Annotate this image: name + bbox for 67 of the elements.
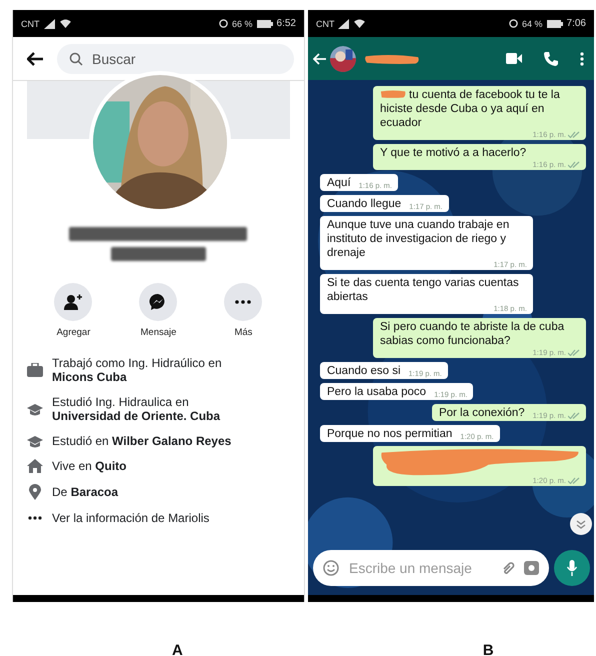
battery-text: 66 % [232, 18, 253, 28]
double-check-icon [568, 477, 580, 484]
more-button[interactable] [224, 283, 262, 321]
chevron-down-icon [576, 520, 586, 528]
graduation-cap-icon [27, 402, 43, 416]
message-text: Aunque tuve una cuando trabaje en instituto de investigacion de riego y drenaje [326, 218, 510, 260]
more-icon [235, 300, 252, 304]
profile-detail: De Baracoa [52, 485, 118, 499]
double-check-icon [568, 412, 580, 419]
carrier-text: CNT [21, 18, 40, 28]
messenger-icon [149, 293, 168, 311]
message-text: Cuando eso si [326, 364, 401, 378]
paperclip-icon[interactable] [501, 560, 516, 576]
message-text: Porque no nos permitian [326, 427, 452, 441]
menu-icon[interactable] [580, 52, 584, 66]
messenger-button[interactable] [139, 283, 178, 321]
alarm-icon [219, 19, 228, 28]
double-check-icon [568, 131, 580, 138]
panel-label: A [172, 642, 183, 656]
message-text: Aquí [326, 176, 351, 190]
message-text: tu cuenta de facebook tu te la hiciste desde Cuba o ya aquí en ecuador [380, 88, 561, 130]
panel-label: B [482, 642, 494, 656]
message-text: Y que te motivó a a hacerlo? [380, 146, 526, 160]
message-text: Cuando llegue [326, 197, 402, 211]
search-icon [69, 52, 83, 66]
camera-icon[interactable] [524, 561, 539, 575]
message-text: Por la conexión? [438, 406, 525, 420]
briefcase-icon [27, 363, 43, 377]
search-bar[interactable]: Buscar [57, 44, 294, 74]
battery-icon [546, 20, 563, 28]
microphone-icon [567, 560, 577, 576]
video-camera-icon[interactable] [506, 53, 522, 64]
search-field[interactable]: Buscar [90, 50, 282, 68]
signal-icon [338, 18, 350, 28]
action-label: Agregar [56, 327, 90, 338]
profile-detail: Estudió en Wilber Galano Reyes [52, 434, 232, 448]
profile-detail: Estudió Ing. Hidraulica en Universidad de Oriente. Cuba [52, 395, 222, 423]
message-text: Pero la usaba poco [326, 385, 426, 399]
alarm-icon [509, 19, 518, 28]
phone-icon[interactable] [544, 52, 558, 66]
back-arrow-icon[interactable] [27, 52, 43, 66]
clock-text: 6:52 [276, 18, 296, 29]
wifi-icon [354, 19, 366, 28]
profile-detail: Ver la información de Mariolis [52, 511, 210, 525]
profile-detail: Trabajó como Ing. Hidraúlico en Micons Cuba [52, 356, 223, 384]
message-text: Si pero cuando te abriste la de cuba sabias como funcionaba? [380, 320, 566, 348]
carrier-text: CNT [316, 18, 334, 28]
profile-detail: Vive en Quito [52, 459, 126, 473]
add-friend-button[interactable] [54, 283, 92, 321]
wifi-icon [60, 19, 70, 28]
double-check-icon [568, 349, 580, 356]
graduation-cap-icon [27, 434, 43, 448]
person-add-icon [64, 294, 82, 310]
emoji-icon[interactable] [322, 560, 339, 576]
location-pin-icon [27, 484, 43, 500]
more-icon [27, 516, 43, 520]
battery-icon [256, 20, 273, 28]
message-text: Si te das cuenta tengo varias cuentas abiertas [326, 276, 520, 304]
signal-icon [44, 18, 56, 28]
action-label: Más [234, 327, 252, 338]
message-bar[interactable]: Escribe un mensaje [312, 550, 549, 586]
battery-text: 64 % [522, 18, 543, 28]
message-field[interactable]: Escribe un mensaje [346, 559, 493, 577]
clock-text: 7:06 [566, 18, 586, 29]
double-check-icon [568, 161, 580, 168]
house-icon [27, 459, 43, 473]
action-label: Mensaje [140, 327, 176, 338]
